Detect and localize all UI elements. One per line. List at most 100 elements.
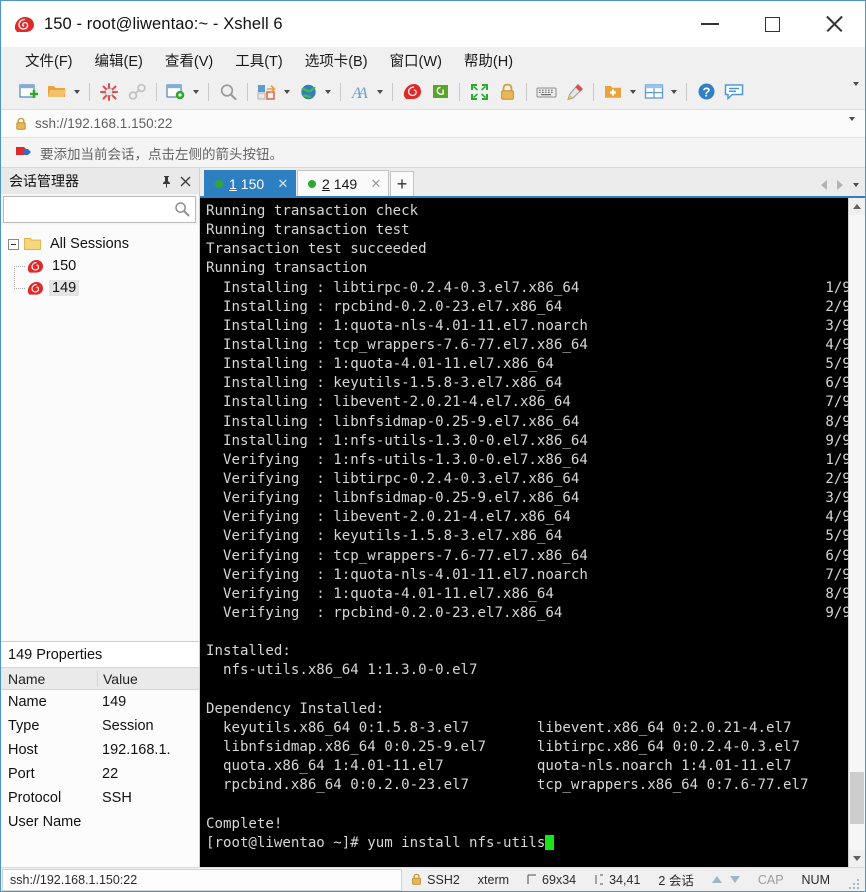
menu-tabs[interactable]: 选项卡(B) — [295, 47, 378, 74]
address-bar[interactable]: ssh://192.168.1.150:22 — [1, 110, 865, 138]
close-icon[interactable]: ✕ — [275, 176, 291, 192]
close-icon[interactable]: ✕ — [368, 176, 384, 192]
chevron-down-icon — [852, 183, 859, 187]
transfer-icon[interactable] — [253, 78, 281, 106]
terminal-cursor — [545, 834, 554, 850]
scroll-up-button[interactable] — [849, 198, 865, 215]
globe-icon[interactable] — [294, 78, 322, 106]
scroll-down-button[interactable] — [849, 850, 865, 867]
lock-icon[interactable] — [493, 78, 521, 106]
link-icon[interactable] — [123, 78, 151, 106]
close-panel-icon[interactable] — [176, 171, 195, 191]
status-url: ssh://192.168.1.150:22 — [2, 868, 403, 891]
tab-150[interactable]: 1 150 ✕ — [204, 170, 296, 196]
chevron-down-icon — [283, 89, 290, 94]
tree-node-session-150[interactable]: 150 — [1, 255, 199, 277]
fullscreen-icon[interactable] — [465, 78, 493, 106]
xshell-icon[interactable] — [398, 78, 426, 106]
close-button[interactable] — [803, 1, 865, 47]
chevron-down-icon — [849, 117, 855, 138]
menu-help[interactable]: 帮助(H) — [454, 47, 523, 74]
search-icon[interactable] — [174, 201, 190, 222]
toolbar: A A ? — [1, 74, 865, 110]
scrollbar-track[interactable] — [849, 215, 865, 850]
terminal-line: Installing : libtirpc-0.2.4-0.3.el7.x86_… — [206, 279, 848, 296]
terminal-output[interactable]: Running transaction check Running transac… — [200, 198, 848, 867]
globe-dropdown[interactable] — [322, 78, 333, 106]
terminal-line: Verifying : keyutils-1.5.8-3.el7.x86_64 … — [206, 528, 848, 545]
menu-window[interactable]: 窗口(W) — [380, 47, 452, 74]
new-tab-button[interactable]: + — [390, 171, 414, 196]
minimize-button[interactable] — [679, 1, 741, 47]
status-caps-lock: CAP — [757, 872, 784, 887]
terminal-line: Installing : 1:nfs-utils-1.3.0-0.el7.x86… — [206, 432, 848, 449]
property-name: Port — [8, 766, 35, 782]
favorites-dropdown[interactable] — [627, 78, 638, 106]
tab-list-dropdown-icon[interactable] — [850, 178, 861, 192]
address-url: ssh://192.168.1.150:22 — [35, 116, 173, 131]
session-manager-panel: 会话管理器 All Sessions 150 149 149 Propertie… — [1, 168, 209, 867]
scrollbar-thumb[interactable] — [850, 772, 864, 824]
tree-node-all-sessions[interactable]: All Sessions — [1, 233, 199, 255]
toolbar-separator — [459, 82, 460, 101]
xftp-icon[interactable] — [426, 78, 454, 106]
chevron-down-icon — [73, 89, 80, 94]
tab-navigation — [818, 178, 861, 192]
session-icon — [27, 259, 44, 274]
font-dropdown[interactable] — [374, 78, 385, 106]
layout-icon[interactable] — [640, 78, 668, 106]
open-folder-icon[interactable] — [43, 78, 71, 106]
session-tree: All Sessions 150 149 — [1, 225, 199, 641]
tab-149[interactable]: 2 149 ✕ — [297, 170, 389, 196]
maximize-button[interactable] — [741, 1, 803, 47]
main-area: 会话管理器 All Sessions 150 149 149 Propertie… — [1, 168, 865, 867]
table-row[interactable]: User Name — [1, 810, 199, 834]
new-session-icon[interactable] — [15, 78, 43, 106]
transfer-dropdown[interactable] — [281, 78, 292, 106]
find-icon[interactable] — [214, 78, 242, 106]
open-folder-dropdown[interactable] — [71, 78, 82, 106]
chat-icon[interactable] — [720, 78, 748, 106]
resize-grip-icon[interactable] — [839, 869, 865, 891]
help-icon[interactable]: ? — [692, 78, 720, 106]
layout-dropdown[interactable] — [668, 78, 679, 106]
properties-title: 149 Properties — [1, 642, 199, 667]
toolbar-overflow-button[interactable] — [853, 82, 859, 104]
table-row[interactable]: Name 149 — [1, 690, 199, 714]
table-row[interactable]: Host 192.168.1. — [1, 738, 199, 762]
terminal-line: Running transaction — [206, 260, 368, 277]
pin-icon[interactable] — [157, 171, 176, 191]
tab-scroll-left-icon[interactable] — [818, 178, 829, 192]
menu-tools[interactable]: 工具(T) — [225, 47, 293, 74]
xshell-window: 150 - root@liwentao:~ - Xshell 6 文件(F) 编… — [0, 0, 866, 892]
highlight-pen-icon[interactable] — [560, 78, 588, 106]
status-protocol: SSH2 — [427, 872, 460, 887]
disconnect-icon[interactable] — [95, 78, 123, 106]
properties-column-name: Name — [8, 670, 46, 687]
terminal-prompt-line[interactable]: [root@liwentao ~]# yum install nfs-utils — [206, 834, 848, 853]
properties-column-value: Value — [97, 670, 199, 687]
menu-file[interactable]: 文件(F) — [15, 47, 83, 74]
session-properties-icon[interactable] — [162, 78, 190, 106]
tree-collapse-toggle[interactable] — [8, 238, 19, 250]
table-row[interactable]: Port 22 — [1, 762, 199, 786]
table-row[interactable]: Type Session — [1, 714, 199, 738]
font-icon[interactable]: A A — [346, 78, 374, 106]
terminal-line: Verifying : tcp_wrappers-7.6-77.el7.x86_… — [206, 547, 848, 564]
status-sessions: 2 会话 — [658, 874, 694, 888]
menu-edit[interactable]: 编辑(E) — [85, 47, 153, 74]
toolbar-separator — [247, 82, 248, 101]
tab-scroll-right-icon[interactable] — [834, 178, 845, 192]
terminal-scrollbar[interactable] — [848, 198, 865, 867]
keyboard-icon[interactable] — [532, 78, 560, 106]
menu-view[interactable]: 查看(V) — [155, 47, 223, 74]
property-name: User Name — [8, 814, 82, 830]
session-properties-dropdown[interactable] — [190, 78, 201, 106]
session-search-box[interactable] — [3, 196, 209, 223]
address-dropdown-button[interactable] — [849, 117, 855, 139]
add-to-favorites-icon[interactable] — [599, 78, 627, 106]
tree-node-session-149[interactable]: 149 — [1, 266, 199, 299]
table-row[interactable]: Protocol SSH — [1, 786, 199, 810]
tree-label-150: 150 — [52, 258, 77, 274]
